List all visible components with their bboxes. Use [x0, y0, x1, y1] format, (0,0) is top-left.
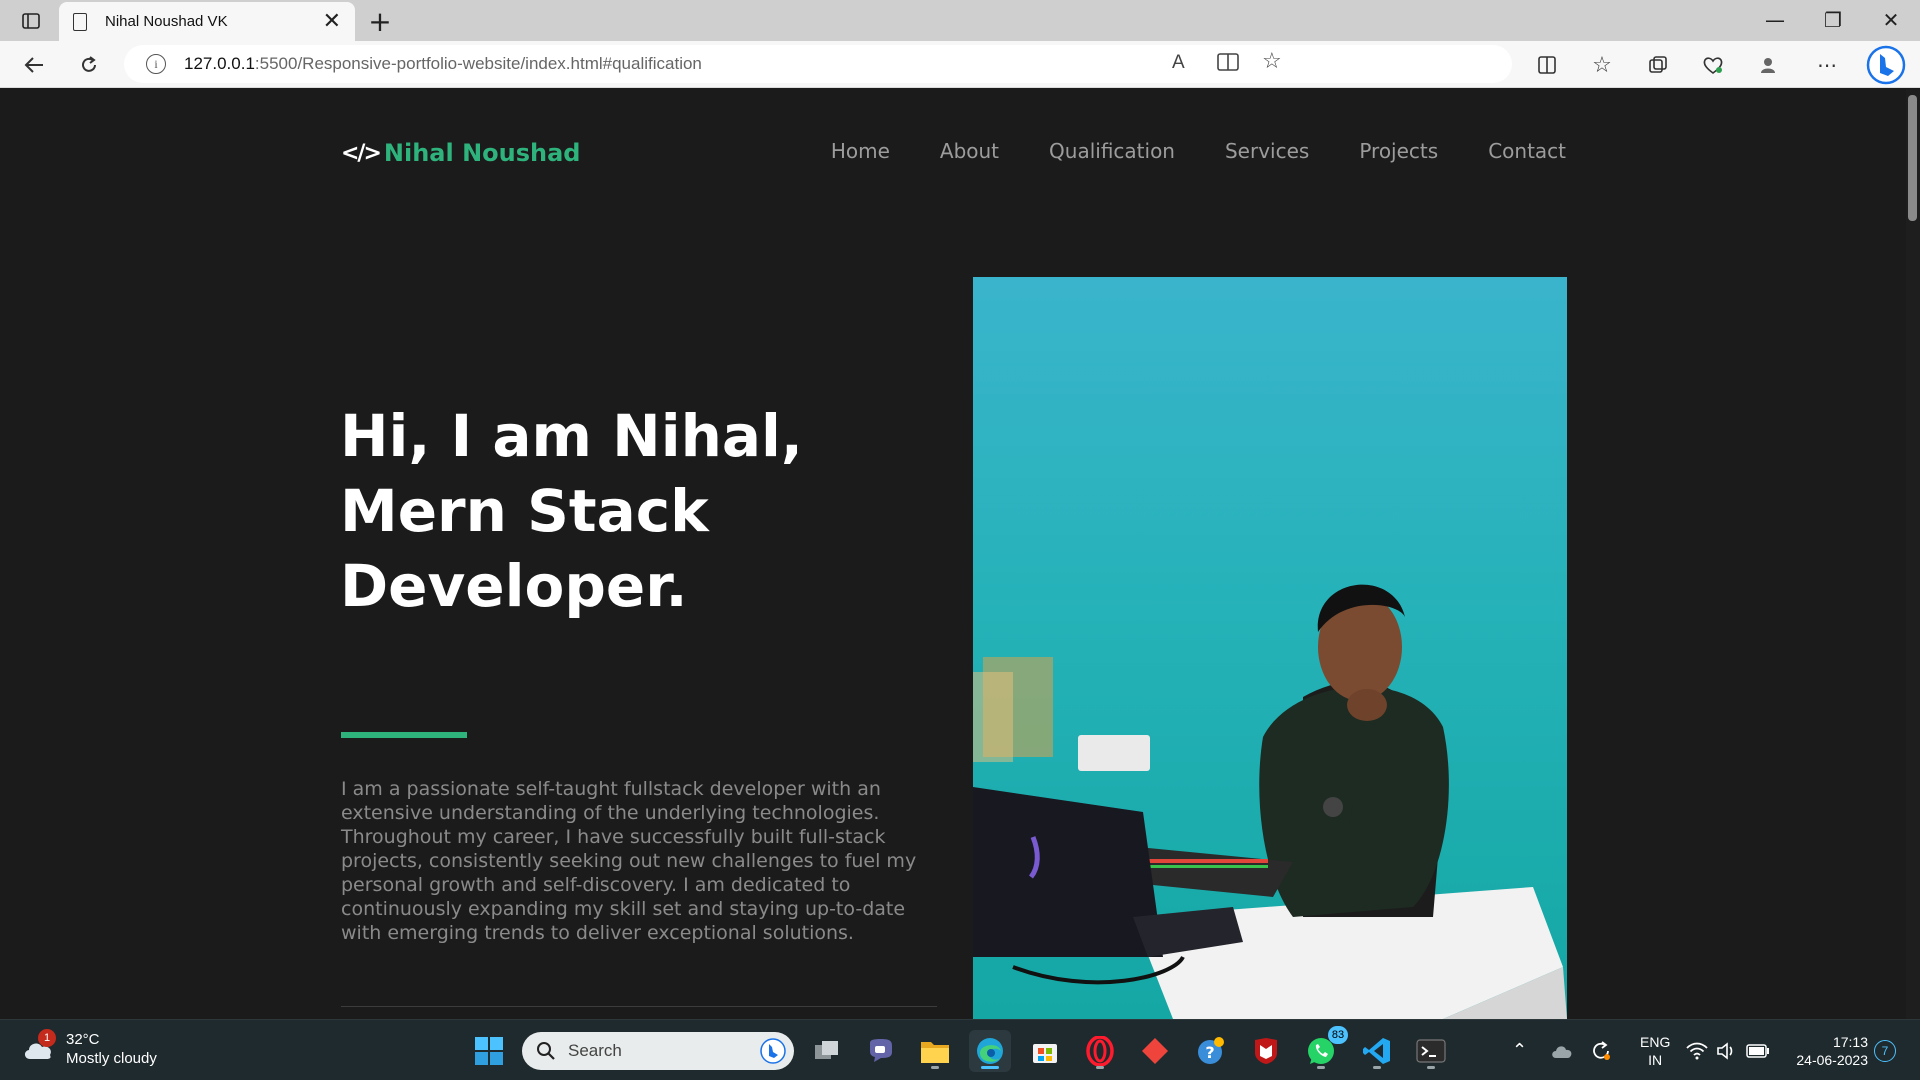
vscode-icon[interactable] — [1356, 1030, 1398, 1072]
nav-about[interactable]: About — [940, 139, 999, 163]
split-screen-icon[interactable] — [1529, 47, 1565, 83]
new-tab-button[interactable]: + — [362, 4, 398, 38]
task-view-icon[interactable] — [806, 1030, 848, 1072]
site-nav: Home About Qualification Services Projec… — [781, 139, 1566, 163]
browser-toolbar: i 127.0.0.1:5500/Responsive-portfolio-we… — [0, 41, 1920, 88]
mcafee-icon[interactable] — [1245, 1030, 1287, 1072]
terminal-icon[interactable] — [1410, 1030, 1452, 1072]
back-icon[interactable] — [16, 47, 52, 83]
cloud-icon: 1 — [22, 1029, 56, 1061]
clock-date: 24-06-2023 — [1796, 1051, 1868, 1068]
edge-browser-icon[interactable] — [969, 1030, 1011, 1072]
section-divider — [341, 1006, 937, 1007]
title-accent-bar — [341, 732, 467, 738]
browser-tab-strip: Nihal Noushad VK ✕ + — ❐ ✕ — [0, 0, 1920, 41]
close-window-button[interactable]: ✕ — [1868, 4, 1914, 36]
teams-chat-icon[interactable] — [860, 1030, 902, 1072]
weather-widget[interactable]: 1 32°C Mostly cloudy — [22, 1029, 157, 1068]
weather-desc: Mostly cloudy — [66, 1050, 157, 1067]
nav-qualification[interactable]: Qualification — [1049, 139, 1175, 163]
file-explorer-icon[interactable] — [914, 1030, 956, 1072]
taskbar: 1 32°C Mostly cloudy Search ? 83 ⌃ ENG I… — [0, 1019, 1920, 1080]
tab-close-button[interactable]: ✕ — [323, 10, 341, 33]
taskbar-search[interactable]: Search — [522, 1032, 794, 1070]
anydesk-icon[interactable] — [1134, 1030, 1176, 1072]
search-label: Search — [568, 1041, 622, 1060]
url-text: 127.0.0.1:5500/Responsive-portfolio-webs… — [184, 54, 702, 73]
start-button[interactable] — [468, 1030, 510, 1072]
tab-title: Nihal Noushad VK — [105, 13, 228, 30]
onedrive-icon[interactable] — [1550, 1020, 1574, 1080]
weather-temp: 32°C — [66, 1031, 100, 1048]
help-app-icon[interactable]: ? — [1190, 1030, 1232, 1072]
read-aloud-icon[interactable]: A — [1172, 52, 1185, 74]
scrollbar-track[interactable] — [1906, 89, 1920, 1019]
sync-icon[interactable] — [1590, 1020, 1612, 1080]
clock-time: 17:13 — [1832, 1033, 1868, 1050]
web-page: </> Nihal Noushad Home About Qualificati… — [0, 89, 1906, 1019]
tab-actions-icon[interactable] — [14, 6, 48, 36]
clock[interactable]: 17:13 24-06-2023 — [1784, 1020, 1868, 1080]
notifications-button[interactable]: 7 — [1874, 1020, 1896, 1080]
collections-icon[interactable] — [1640, 47, 1676, 83]
immersive-reader-icon[interactable] — [1217, 52, 1239, 77]
microsoft-store-icon[interactable] — [1024, 1030, 1066, 1072]
running-indicator — [1427, 1066, 1435, 1069]
battery-icon[interactable] — [1746, 1020, 1770, 1080]
minimize-button[interactable]: — — [1752, 4, 1798, 36]
address-bar[interactable]: i 127.0.0.1:5500/Responsive-portfolio-we… — [124, 45, 1512, 83]
running-indicator — [1096, 1066, 1104, 1069]
profile-icon[interactable] — [1750, 47, 1786, 83]
whatsapp-unread-badge: 83 — [1328, 1026, 1348, 1044]
site-info-icon[interactable]: i — [146, 54, 166, 74]
hero-title: Hi, I am Nihal, Mern Stack Developer. — [340, 402, 803, 620]
profile-photo-illustration — [973, 584, 1567, 1019]
search-icon — [537, 1042, 555, 1060]
site-logo[interactable]: </> Nihal Noushad — [341, 139, 581, 167]
browser-tab-active[interactable]: Nihal Noushad VK ✕ — [59, 2, 355, 41]
page-icon — [73, 12, 87, 31]
language-indicator[interactable]: ENG IN — [1640, 1020, 1670, 1080]
nav-home[interactable]: Home — [831, 139, 890, 163]
profile-photo — [973, 277, 1567, 1019]
code-icon: </> — [341, 140, 382, 166]
weather-alert-badge: 1 — [38, 1029, 56, 1047]
maximize-button[interactable]: ❐ — [1810, 4, 1856, 36]
notifications-count-icon: 7 — [1874, 1039, 1896, 1062]
running-indicator — [931, 1066, 939, 1069]
scrollbar-thumb[interactable] — [1908, 95, 1917, 221]
opera-browser-icon[interactable] — [1079, 1030, 1121, 1072]
running-indicator — [1317, 1066, 1325, 1069]
volume-icon[interactable] — [1716, 1020, 1736, 1080]
svg-text:?: ? — [1205, 1043, 1214, 1062]
nav-projects[interactable]: Projects — [1359, 139, 1438, 163]
show-hidden-icons-chevron-icon[interactable]: ⌃ — [1512, 1020, 1527, 1080]
favorites-icon[interactable]: ☆ — [1584, 47, 1620, 83]
nav-contact[interactable]: Contact — [1488, 139, 1566, 163]
running-indicator — [1373, 1066, 1381, 1069]
nav-services[interactable]: Services — [1225, 139, 1309, 163]
whatsapp-icon[interactable]: 83 — [1300, 1026, 1348, 1072]
active-indicator — [981, 1066, 999, 1069]
logo-text: Nihal Noushad — [383, 139, 581, 167]
favorite-star-icon[interactable]: ☆ — [1262, 49, 1282, 74]
browser-essentials-icon[interactable] — [1695, 47, 1731, 83]
refresh-icon[interactable] — [71, 47, 107, 83]
bing-icon — [760, 1038, 786, 1064]
wifi-icon[interactable] — [1686, 1020, 1708, 1080]
more-options-icon[interactable]: ⋯ — [1809, 47, 1845, 83]
hero-description: I am a passionate self-taught fullstack … — [341, 778, 917, 944]
bing-copilot-icon[interactable] — [1865, 44, 1907, 86]
